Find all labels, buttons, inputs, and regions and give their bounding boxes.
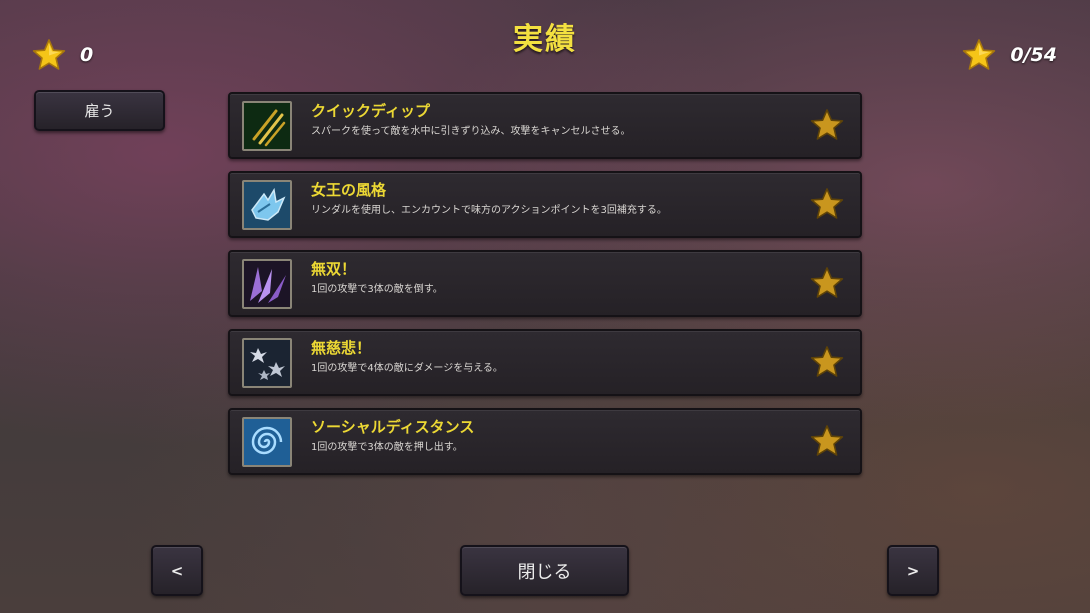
- hire-button[interactable]: 雇う: [34, 90, 165, 131]
- shuriken-icon: [242, 338, 292, 388]
- claw-slash-icon: [242, 101, 292, 151]
- star-icon: [962, 38, 996, 72]
- achievement-star-icon: [810, 424, 844, 462]
- achievements-counter: 0/54: [962, 38, 1057, 72]
- stars-count: 0: [80, 44, 94, 66]
- next-page-button[interactable]: >: [887, 545, 939, 596]
- achievement-description: 1回の攻撃で3体の敵を倒す。: [311, 284, 443, 295]
- stars-counter: 0: [32, 38, 93, 72]
- achievement-name: 女王の風格: [311, 181, 387, 199]
- page-title: 実績: [513, 22, 577, 57]
- achievement-item[interactable]: 無慈悲！ 1回の攻撃で4体の敵にダメージを与える。: [228, 329, 862, 396]
- achievement-list: クイックディップ スパークを使って敵を水中に引きずり込み、攻撃をキャンセルさせる…: [228, 92, 862, 487]
- achievement-item[interactable]: クイックディップ スパークを使って敵を水中に引きずり込み、攻撃をキャンセルさせる…: [228, 92, 862, 159]
- blue-gauntlet-icon: [242, 180, 292, 230]
- star-icon: [32, 38, 66, 72]
- achievement-star-icon: [810, 266, 844, 304]
- achievements-count: 0/54: [1010, 44, 1057, 66]
- achievement-star-icon: [810, 187, 844, 225]
- purple-spikes-icon: [242, 259, 292, 309]
- achievement-star-icon: [810, 108, 844, 146]
- achievement-name: 無慈悲！: [311, 339, 372, 357]
- close-button[interactable]: 閉じる: [460, 545, 629, 596]
- achievement-name: 無双！: [311, 260, 357, 278]
- achievement-description: スパークを使って敵を水中に引きずり込み、攻撃をキャンセルさせる。: [311, 126, 631, 137]
- achievement-name: ソーシャルディスタンス: [311, 418, 475, 436]
- achievement-item[interactable]: ソーシャルディスタンス 1回の攻撃で3体の敵を押し出す。: [228, 408, 862, 475]
- achievement-description: 1回の攻撃で3体の敵を押し出す。: [311, 442, 463, 453]
- achievement-name: クイックディップ: [311, 102, 430, 120]
- achievement-description: リンダルを使用し、エンカウントで味方のアクションポイントを3回補充する。: [311, 205, 667, 216]
- achievement-description: 1回の攻撃で4体の敵にダメージを与える。: [311, 363, 503, 374]
- blue-vortex-icon: [242, 417, 292, 467]
- achievement-item[interactable]: 無双！ 1回の攻撃で3体の敵を倒す。: [228, 250, 862, 317]
- prev-page-button[interactable]: <: [151, 545, 203, 596]
- achievement-item[interactable]: 女王の風格 リンダルを使用し、エンカウントで味方のアクションポイントを3回補充す…: [228, 171, 862, 238]
- achievement-star-icon: [810, 345, 844, 383]
